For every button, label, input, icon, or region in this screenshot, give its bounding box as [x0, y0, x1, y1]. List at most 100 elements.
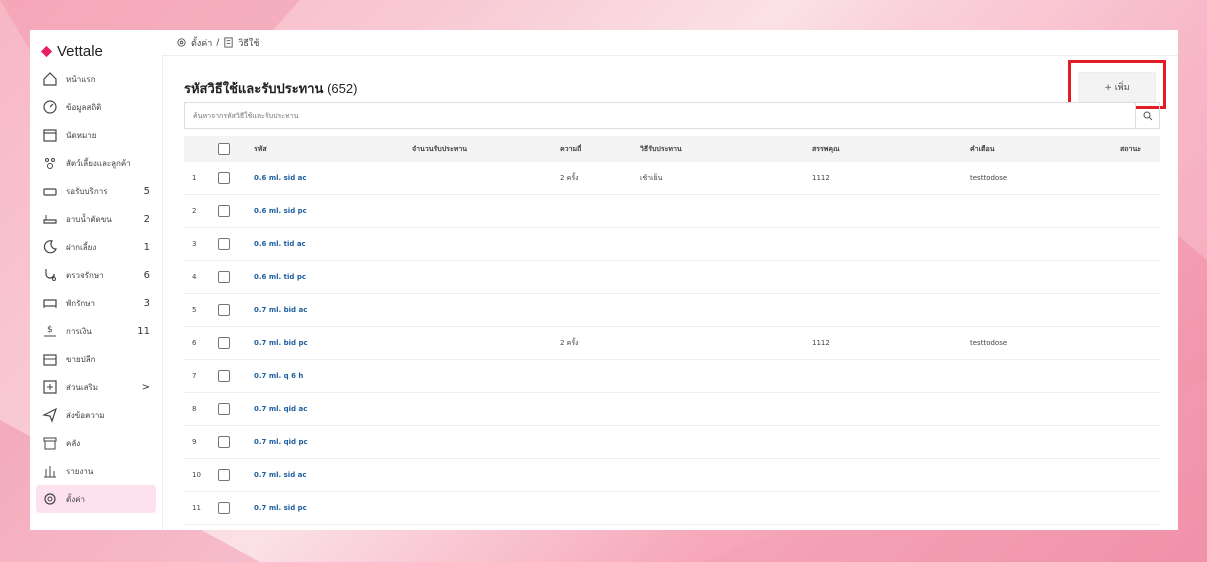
plus-square-icon: [42, 379, 58, 395]
row-number: 9: [192, 438, 197, 446]
row-checkbox[interactable]: [218, 205, 230, 217]
table-row[interactable]: 10 0.7 ml. sid ac: [184, 459, 1160, 492]
code-link[interactable]: 0.7 ml. q 6 h: [254, 372, 412, 380]
table-row[interactable]: 9 0.7 ml. qid pc: [184, 426, 1160, 459]
row-checkbox[interactable]: [218, 271, 230, 283]
table-header: รหัส จำนวนรับประทาน ความถี่ วิธีรับประทา…: [184, 136, 1160, 162]
sidebar: Vettale หน้าแรกข้อมูลสถิตินัดหมายสัตว์เล…: [30, 30, 162, 530]
sidebar-item-3[interactable]: สัตว์เลี้ยงและลูกค้า: [30, 149, 162, 177]
row-number: 2: [192, 207, 197, 215]
sidebar-item-8[interactable]: พักรักษา 3: [30, 289, 162, 317]
sidebar-item-13[interactable]: คลัง: [30, 429, 162, 457]
sidebar-item-15[interactable]: ตั้งค่า: [36, 485, 156, 513]
table-row[interactable]: 5 0.7 ml. bid ac: [184, 294, 1160, 327]
row-checkbox[interactable]: [218, 436, 230, 448]
table-row[interactable]: 1 0.6 ml. sid ac 2 ครั้ง เช้าเย็น 1112 testto…: [184, 162, 1160, 195]
sidebar-item-7[interactable]: ตรวจรักษา 6: [30, 261, 162, 289]
row-checkbox[interactable]: [218, 370, 230, 382]
sidebar-item-label: รายงาน: [66, 466, 94, 476]
code-link[interactable]: 0.6 ml. sid ac: [254, 174, 412, 182]
send-icon: [42, 407, 58, 423]
svg-text:$: $: [47, 325, 53, 335]
table-row[interactable]: 2 0.6 ml. sid pc: [184, 195, 1160, 228]
heart-tag-icon: [40, 45, 53, 57]
sidebar-item-badge: 11: [137, 325, 150, 337]
sidebar-item-6[interactable]: ฝากเลี้ยง 1: [30, 233, 162, 261]
breadcrumb-current: วิธีใช้: [238, 38, 260, 49]
sidebar-item-label: นัดหมาย: [66, 130, 97, 140]
table-row[interactable]: 4 0.6 ml. tid pc: [184, 261, 1160, 294]
row-checkbox[interactable]: [218, 304, 230, 316]
breadcrumb-parent[interactable]: ตั้งค่า: [191, 36, 212, 50]
row-number: 11: [192, 504, 201, 512]
sidebar-item-10[interactable]: ขายปลีก: [30, 345, 162, 373]
header-status[interactable]: สถานะ: [1120, 144, 1160, 155]
header-warning[interactable]: คำเตือน: [970, 144, 1120, 155]
code-link[interactable]: 0.7 ml. bid pc: [254, 339, 412, 347]
sidebar-item-label: ขายปลีก: [66, 354, 96, 364]
bathtub-icon: [42, 211, 58, 227]
row-number: 1: [192, 174, 197, 182]
row-checkbox[interactable]: [218, 337, 230, 349]
sidebar-item-label: ข้อมูลสถิติ: [66, 102, 102, 112]
brand-logo[interactable]: Vettale: [30, 40, 162, 62]
sidebar-item-label: หน้าแรก: [66, 74, 96, 84]
table-row[interactable]: 7 0.7 ml. q 6 h: [184, 360, 1160, 393]
sidebar-item-9[interactable]: $ การเงิน 11: [30, 317, 162, 345]
select-all-checkbox[interactable]: [218, 143, 230, 155]
table-row[interactable]: 3 0.6 ml. tid ac: [184, 228, 1160, 261]
money-icon: $: [42, 323, 58, 339]
header-code[interactable]: รหัส: [254, 144, 412, 155]
sidebar-item-label: ส่วนเสริม: [66, 382, 99, 392]
sidebar-item-label: สัตว์เลี้ยงและลูกค้า: [66, 158, 131, 168]
sidebar-item-5[interactable]: อาบน้ำตัดขน 2: [30, 205, 162, 233]
code-link[interactable]: 0.7 ml. qid pc: [254, 438, 412, 446]
sidebar-item-0[interactable]: หน้าแรก: [30, 65, 162, 93]
code-link[interactable]: 0.7 ml. sid pc: [254, 504, 412, 512]
sidebar-item-1[interactable]: ข้อมูลสถิติ: [30, 93, 162, 121]
table-row[interactable]: 6 0.7 ml. bid pc 2 ครั้ง 1112 testtodose: [184, 327, 1160, 360]
header-qty[interactable]: จำนวนรับประทาน: [412, 144, 560, 155]
code-link[interactable]: 0.6 ml. tid ac: [254, 240, 412, 248]
code-link[interactable]: 0.6 ml. tid pc: [254, 273, 412, 281]
sidebar-item-badge: 6: [143, 269, 150, 281]
row-number: 10: [192, 471, 201, 479]
sidebar-item-14[interactable]: รายงาน: [30, 457, 162, 485]
warning-cell: testtodose: [970, 339, 1008, 347]
moon-icon: [42, 239, 58, 255]
row-checkbox[interactable]: [218, 469, 230, 481]
row-checkbox[interactable]: [218, 172, 230, 184]
sidebar-item-2[interactable]: นัดหมาย: [30, 121, 162, 149]
search-icon: [1143, 111, 1152, 120]
table-row[interactable]: 8 0.7 ml. qid ac: [184, 393, 1160, 426]
row-checkbox[interactable]: [218, 238, 230, 250]
times-cell: 2 ครั้ง: [560, 173, 579, 182]
code-link[interactable]: 0.7 ml. sid ac: [254, 471, 412, 479]
code-link[interactable]: 0.7 ml. bid ac: [254, 306, 412, 314]
row-checkbox-cell: [218, 238, 254, 250]
row-checkbox-cell: [218, 271, 254, 283]
row-checkbox-cell: [218, 172, 254, 184]
search-button[interactable]: [1135, 103, 1159, 128]
sidebar-item-label: ฝากเลี้ยง: [66, 242, 97, 252]
code-link[interactable]: 0.6 ml. sid pc: [254, 207, 412, 215]
row-checkbox[interactable]: [218, 403, 230, 415]
sidebar-item-11[interactable]: ส่วนเสริม >: [30, 373, 162, 401]
header-method[interactable]: วิธีรับประทาน: [640, 144, 812, 155]
header-times[interactable]: ความถี่: [560, 144, 640, 155]
header-checkbox-cell: [218, 143, 254, 155]
header-property[interactable]: สรรพคุณ: [812, 144, 970, 155]
sidebar-item-badge: 5: [143, 185, 150, 197]
archive-icon: [42, 435, 58, 451]
calendar-icon: [42, 127, 58, 143]
code-link[interactable]: 0.7 ml. qid ac: [254, 405, 412, 413]
sidebar-item-4[interactable]: รอรับบริการ 5: [30, 177, 162, 205]
sidebar-item-12[interactable]: ส่งข้อความ: [30, 401, 162, 429]
dashboard-icon: [42, 99, 58, 115]
row-checkbox-cell: [218, 370, 254, 382]
table-row[interactable]: 11 0.7 ml. sid pc: [184, 492, 1160, 525]
sidebar-item-label: คลัง: [66, 438, 81, 448]
row-checkbox-cell: [218, 436, 254, 448]
search-input[interactable]: [185, 103, 1135, 128]
row-checkbox[interactable]: [218, 502, 230, 514]
